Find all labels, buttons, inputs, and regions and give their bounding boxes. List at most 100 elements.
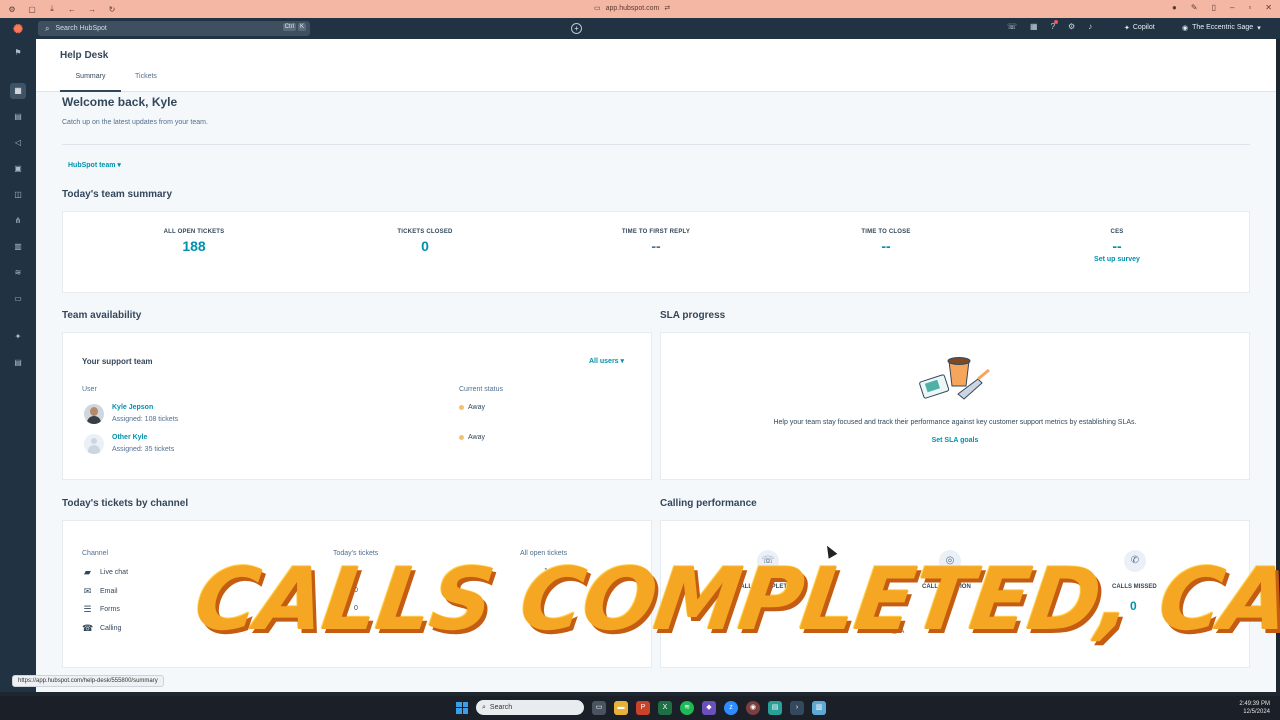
metric-value[interactable]: 0 [335,238,515,254]
file-explorer-icon[interactable]: ▬ [614,700,628,715]
search-icon: ⌕ [45,23,50,33]
search-input[interactable]: ⌕ Search HubSpot Ctrl K [38,21,310,36]
browser-toolbar: ⚙ ▢ ⤓ ← → ↻ ▭ app.hubspot.com ⇄ ● ✎ ▯ – … [0,0,1280,18]
extension-icon[interactable]: ● [1172,3,1177,12]
terminal-icon[interactable]: › [790,700,804,715]
avatar [84,434,104,454]
breeze-icon[interactable]: ✦ [10,329,26,345]
more-icon[interactable]: ▤ [10,355,26,371]
taskbar-search[interactable]: ⌕ Search [476,700,584,715]
user-column-header: User [82,386,97,393]
excel-icon[interactable]: X [658,700,672,715]
commerce-icon[interactable]: ◫ [10,187,26,203]
divider [62,144,1250,145]
marketplace-icon[interactable]: ▦ [1030,22,1038,31]
set-sla-goals-link[interactable]: Set SLA goals [660,437,1250,444]
settings-icon[interactable]: ⚙ [1068,22,1075,31]
clock-date: 12/5/2024 [1243,709,1270,715]
metric-value[interactable]: 188 [104,238,284,254]
calling-performance-title: Calling performance [660,498,757,509]
site-icon: ▭ [594,5,601,12]
back-icon[interactable]: ← [67,5,77,14]
notifications-icon[interactable]: ♪ [1088,22,1092,31]
pen-icon[interactable]: ✎ [1191,3,1198,12]
user-name-link[interactable]: Other Kyle [112,434,147,441]
user-assigned: Assigned: 108 tickets [112,416,179,423]
minimize-icon[interactable]: – [1230,3,1234,12]
address-bar[interactable]: ▭ app.hubspot.com ⇄ [594,4,670,13]
metric-label: TIME TO FIRST REPLY [621,229,691,235]
all-users-dropdown[interactable]: All users ▾ [589,357,624,365]
automation-icon[interactable]: ⋔ [10,213,26,229]
metric-value: -- [1112,238,1122,254]
user-assigned: Assigned: 35 tickets [112,446,175,453]
download-icon[interactable]: ⤓ [47,4,57,14]
spotify-icon[interactable]: ≋ [680,700,694,715]
reporting-icon[interactable]: ▥ [10,239,26,255]
page-header: Help Desk Summary Tickets [36,39,1276,92]
metric-value: -- [881,238,891,254]
content-icon[interactable]: ▣ [10,161,26,177]
user-name-link[interactable]: Kyle Jepson [112,404,153,411]
taskbar-search-label: Search [489,704,513,711]
set-up-survey-link[interactable]: Set up survey [1027,256,1207,263]
phone-icon: ☎ [82,623,94,633]
metric-value: -- [651,238,661,254]
close-icon[interactable]: ✕ [1265,3,1272,12]
app-icon[interactable]: ◆ [702,700,716,715]
notepad-icon[interactable]: ▥ [812,700,826,715]
metric-time-first-reply: TIME TO FIRST REPLY -- [566,229,746,254]
tab-summary[interactable]: Summary [60,73,121,92]
team-availability-title: Team availability [62,310,142,321]
tab-tickets[interactable]: Tickets [135,73,157,92]
marketing-icon[interactable]: ◁ [10,135,26,151]
welcome-heading: Welcome back, Kyle [62,95,178,109]
create-new-button[interactable]: + [571,23,582,34]
chrome-icon[interactable]: ◉ [746,700,760,715]
reload-icon[interactable]: ↻ [107,5,117,14]
account-menu[interactable]: ◉ The Eccentric Sage ▾ [1182,24,1261,32]
browser-menu-icon[interactable]: ⚙ [7,5,17,14]
help-icon[interactable]: ? [1051,20,1059,31]
task-view-icon[interactable]: ▭ [592,700,606,715]
copilot-button[interactable]: ✦ Copilot [1124,24,1155,32]
share-icon[interactable]: ⇄ [664,4,670,12]
sidebar-toggle-icon[interactable]: ▯ [1212,3,1216,12]
workspaces-icon[interactable]: ▦ [10,83,26,99]
hubspot-top-nav: ✺ ⌕ Search HubSpot Ctrl K + ☏ ▦ ? ⚙ ♪ ✦ … [0,18,1280,39]
url-text: app.hubspot.com [605,4,660,12]
status-column-header: Current status [459,386,503,393]
phone-icon[interactable]: ☏ [1007,22,1017,31]
app-icon[interactable]: ▤ [768,700,782,715]
windows-start-icon[interactable] [456,701,468,714]
system-clock[interactable]: 2:49:39 PM 12/5/2024 [1239,700,1270,716]
forward-icon[interactable]: → [87,5,97,14]
data-icon[interactable]: ≋ [10,265,26,281]
status-text: Away [468,404,485,411]
zoom-icon[interactable]: z [724,700,738,715]
tickets-by-channel-title: Today's tickets by channel [62,498,189,509]
channel-name: Calling [100,625,122,632]
forms-icon: ☰ [83,604,92,614]
sla-progress-title: SLA progress [660,310,726,321]
copilot-label: Copilot [1132,24,1155,31]
channel-row-calling: ☎ Calling [82,623,121,634]
status-badge: Away [459,434,485,441]
status-badge: Away [459,404,485,411]
powerpoint-icon[interactable]: P [636,700,650,715]
metric-time-to-close: TIME TO CLOSE -- [796,229,976,254]
hubspot-logo-icon[interactable]: ✺ [0,22,36,36]
support-team-title: Your support team [82,357,153,366]
team-filter-dropdown[interactable]: HubSpot team ▾ [68,161,121,169]
shortcut-key: K [297,23,306,31]
bookmark-icon[interactable]: ⚑ [10,45,26,61]
account-avatar-icon: ◉ [1182,25,1189,32]
metric-ces: CES -- Set up survey [1027,229,1207,263]
contacts-icon[interactable]: ▤ [10,109,26,125]
maximize-icon[interactable]: ▫ [1248,3,1251,12]
channel-row-email: ✉ Email [82,586,118,597]
chevron-down-icon: ▾ [1257,25,1261,32]
library-icon[interactable]: ▭ [10,291,26,307]
search-shortcut: Ctrl K [282,23,306,31]
tabs-icon[interactable]: ▢ [27,5,37,14]
